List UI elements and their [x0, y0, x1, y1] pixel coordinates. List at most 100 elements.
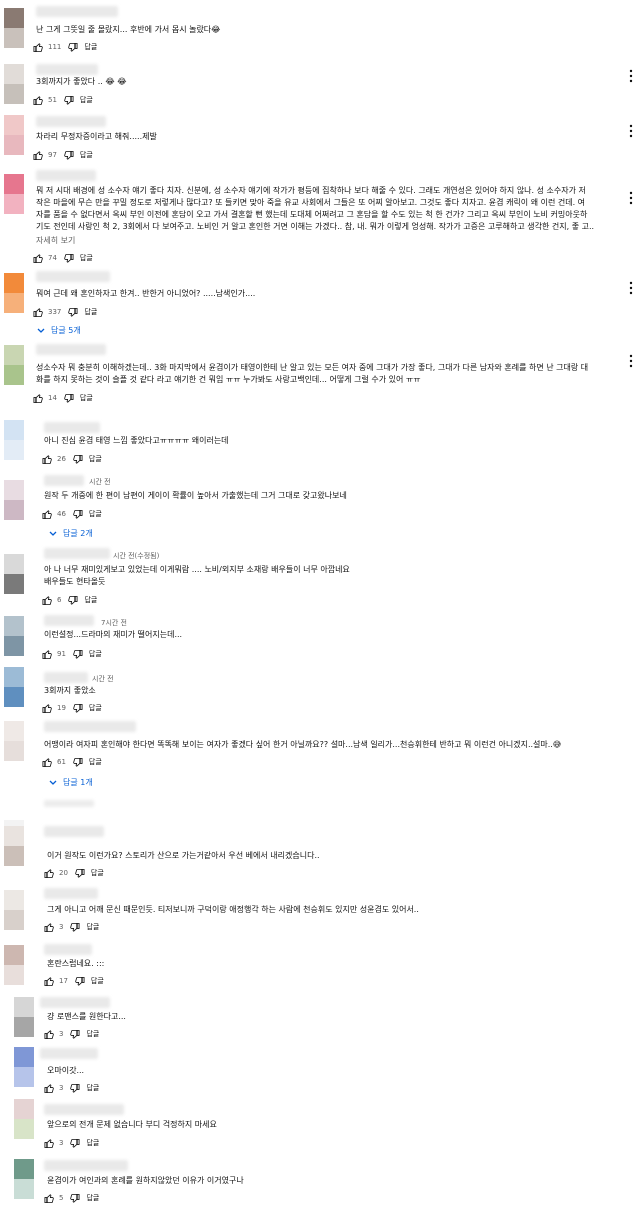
- avatar[interactable]: [4, 890, 24, 930]
- thumbs-up-icon[interactable]: [42, 595, 53, 606]
- author-name-blurred[interactable]: [44, 1104, 124, 1115]
- avatar[interactable]: [14, 1047, 34, 1087]
- author-name-blurred[interactable]: [44, 1160, 128, 1171]
- reply-button[interactable]: 답글: [80, 150, 93, 160]
- thumbs-up-icon[interactable]: [33, 253, 44, 264]
- author-name-blurred[interactable]: [44, 422, 100, 433]
- thumbs-up-icon[interactable]: [42, 509, 53, 520]
- reply-button[interactable]: 답글: [91, 868, 104, 878]
- thumbs-down-icon[interactable]: [69, 1138, 80, 1149]
- reply-button[interactable]: 답글: [80, 393, 93, 403]
- reply-button[interactable]: 답글: [80, 95, 93, 105]
- avatar[interactable]: [4, 345, 24, 385]
- avatar[interactable]: [4, 667, 24, 707]
- thumbs-up-icon[interactable]: [44, 1083, 55, 1094]
- thumbs-down-icon[interactable]: [69, 1029, 80, 1040]
- author-name-blurred[interactable]: [44, 721, 136, 732]
- avatar[interactable]: [4, 721, 24, 761]
- more-vert-icon[interactable]: [629, 191, 633, 205]
- author-name-blurred[interactable]: [40, 1048, 98, 1059]
- reply-button[interactable]: 답글: [89, 757, 102, 767]
- author-name-blurred[interactable]: [36, 116, 106, 127]
- avatar[interactable]: [4, 945, 24, 985]
- avatar[interactable]: [4, 554, 24, 594]
- more-vert-icon[interactable]: [629, 69, 633, 83]
- author-name-blurred[interactable]: [44, 475, 84, 486]
- avatar[interactable]: [14, 997, 34, 1037]
- reply-button[interactable]: 답글: [89, 454, 102, 464]
- author-name-blurred[interactable]: [44, 944, 92, 955]
- author-name-blurred[interactable]: [44, 888, 98, 899]
- thumbs-down-icon[interactable]: [67, 595, 78, 606]
- reply-button[interactable]: 답글: [86, 1193, 99, 1203]
- thumbs-up-icon[interactable]: [44, 1138, 55, 1149]
- author-name-blurred[interactable]: [40, 997, 110, 1008]
- thumbs-down-icon[interactable]: [63, 393, 74, 404]
- thumbs-up-icon[interactable]: [44, 1029, 55, 1040]
- avatar[interactable]: [4, 826, 24, 866]
- reply-button[interactable]: 답글: [86, 922, 99, 932]
- reply-button[interactable]: 답글: [89, 649, 102, 659]
- replies-toggle[interactable]: 답글 1개: [49, 777, 93, 788]
- author-name-blurred[interactable]: [44, 672, 88, 683]
- thumbs-up-icon[interactable]: [42, 703, 53, 714]
- reply-button[interactable]: 답글: [84, 307, 97, 317]
- avatar[interactable]: [4, 480, 24, 520]
- thumbs-up-icon[interactable]: [33, 42, 44, 53]
- thumbs-down-icon[interactable]: [63, 95, 74, 106]
- thumbs-up-icon[interactable]: [33, 393, 44, 404]
- author-name-blurred[interactable]: [44, 548, 110, 559]
- thumbs-up-icon[interactable]: [42, 454, 53, 465]
- thumbs-up-icon[interactable]: [44, 868, 55, 879]
- avatar[interactable]: [4, 115, 24, 155]
- reply-button[interactable]: 답글: [84, 595, 97, 605]
- thumbs-down-icon[interactable]: [67, 307, 78, 318]
- thumbs-down-icon[interactable]: [74, 868, 85, 879]
- avatar[interactable]: [4, 174, 24, 214]
- thumbs-down-icon[interactable]: [72, 703, 83, 714]
- thumbs-up-icon[interactable]: [33, 95, 44, 106]
- thumbs-up-icon[interactable]: [33, 150, 44, 161]
- reply-button[interactable]: 답글: [89, 703, 102, 713]
- author-name-blurred[interactable]: [36, 6, 118, 17]
- author-name-blurred[interactable]: [36, 170, 96, 181]
- thumbs-down-icon[interactable]: [72, 509, 83, 520]
- reply-button[interactable]: 답글: [86, 1083, 99, 1093]
- thumbs-up-icon[interactable]: [42, 649, 53, 660]
- author-name-blurred[interactable]: [36, 64, 98, 75]
- thumbs-down-icon[interactable]: [69, 1083, 80, 1094]
- thumbs-down-icon[interactable]: [63, 150, 74, 161]
- thumbs-down-icon[interactable]: [69, 1193, 80, 1204]
- avatar[interactable]: [4, 420, 24, 460]
- thumbs-down-icon[interactable]: [72, 649, 83, 660]
- read-more-link[interactable]: 자세히 보기: [36, 235, 75, 246]
- reply-button[interactable]: 답글: [80, 253, 93, 263]
- thumbs-up-icon[interactable]: [44, 976, 55, 987]
- thumbs-down-icon[interactable]: [63, 253, 74, 264]
- thumbs-up-icon[interactable]: [44, 1193, 55, 1204]
- thumbs-down-icon[interactable]: [74, 976, 85, 987]
- reply-button[interactable]: 답글: [84, 42, 97, 52]
- thumbs-down-icon[interactable]: [72, 454, 83, 465]
- avatar[interactable]: [4, 616, 24, 656]
- author-name-blurred[interactable]: [44, 615, 94, 626]
- replies-toggle[interactable]: 답글 2개: [49, 528, 93, 539]
- thumbs-up-icon[interactable]: [33, 307, 44, 318]
- avatar[interactable]: [4, 273, 24, 313]
- author-name-blurred[interactable]: [36, 344, 106, 355]
- reply-button[interactable]: 답글: [91, 976, 104, 986]
- more-vert-icon[interactable]: [629, 124, 633, 138]
- thumbs-down-icon[interactable]: [67, 42, 78, 53]
- author-name-blurred[interactable]: [44, 826, 104, 837]
- avatar[interactable]: [14, 1099, 34, 1139]
- author-name-blurred[interactable]: [36, 271, 110, 282]
- reply-button[interactable]: 답글: [89, 509, 102, 519]
- thumbs-up-icon[interactable]: [42, 757, 53, 768]
- thumbs-down-icon[interactable]: [69, 922, 80, 933]
- avatar[interactable]: [4, 8, 24, 48]
- reply-button[interactable]: 답글: [86, 1138, 99, 1148]
- thumbs-up-icon[interactable]: [44, 922, 55, 933]
- avatar[interactable]: [14, 1159, 34, 1199]
- more-vert-icon[interactable]: [629, 281, 633, 295]
- more-vert-icon[interactable]: [629, 354, 633, 368]
